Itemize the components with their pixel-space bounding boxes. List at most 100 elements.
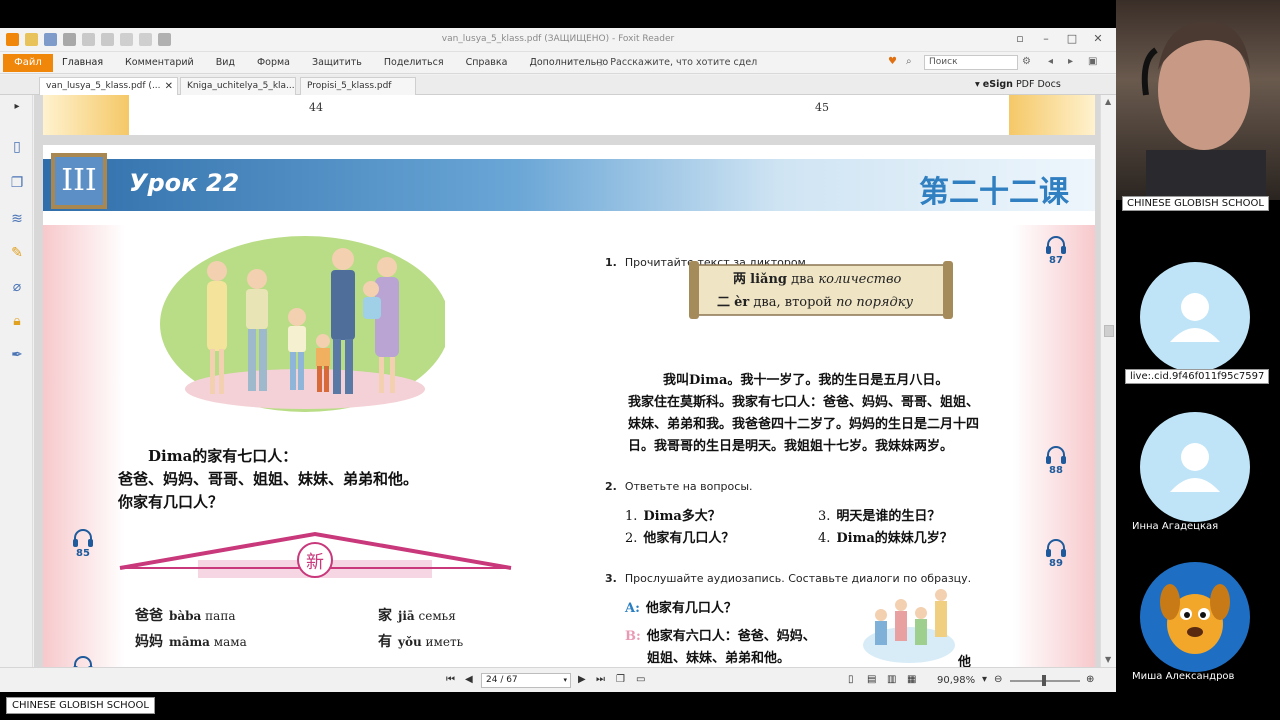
passage-line-3: 妹妹、弟弟和我。我爸爸四十二岁了。妈妈的生日是二月十四 <box>628 417 980 432</box>
vocab-pinyin: jiā <box>398 609 415 623</box>
esign-docs[interactable]: ▾ eSign PDF Docs <box>975 79 1061 90</box>
page-value: 24 / 67 <box>486 675 518 685</box>
question-number: 4. <box>818 531 831 546</box>
next-page-icon[interactable]: ▶ <box>578 674 586 685</box>
zoom-out-icon[interactable]: ⊖ <box>994 674 1002 685</box>
zoom-slider-thumb[interactable] <box>1042 675 1046 686</box>
vocab-ru: иметь <box>425 635 464 649</box>
file-tab[interactable]: Файл <box>3 54 53 72</box>
user-icon[interactable]: ▣ <box>1088 56 1097 67</box>
continuous-page-icon[interactable]: ▤ <box>867 674 876 685</box>
signature-icon[interactable]: ✒ <box>9 347 25 363</box>
menu-protect[interactable]: Защитить <box>312 57 362 68</box>
question-3: 3. 明天是谁的生日？ <box>818 505 940 524</box>
family-small-illustration <box>863 589 955 663</box>
menu-share[interactable]: Поделиться <box>384 57 444 68</box>
user-icon <box>1170 443 1220 492</box>
menu-home[interactable]: Главная <box>62 57 103 68</box>
continuous-facing-icon[interactable]: ▦ <box>907 674 916 685</box>
passage-line-4: 日。我哥哥的生日是明天。我姐姐十七岁。我妹妹两岁。 <box>628 439 954 454</box>
audio-85[interactable]: 85 <box>63 528 103 559</box>
search-input[interactable]: Поиск <box>924 55 1018 70</box>
participant-1-avatar[interactable] <box>1140 262 1250 372</box>
participant-3-avatar[interactable] <box>1140 562 1250 672</box>
zoom-level[interactable]: 90,98% <box>937 675 975 686</box>
tab-propisi[interactable]: Propisi_5_klass.pdf <box>300 77 416 95</box>
vocab-mama: 妈妈 māma мама <box>135 631 247 651</box>
single-page-icon[interactable]: ▯ <box>848 674 854 685</box>
facing-page-icon[interactable]: ▥ <box>887 674 896 685</box>
scroll-pinyin: liǎng <box>750 272 787 287</box>
tell-me-box[interactable]: ◌ Расскажите, что хотите сдел <box>596 57 757 68</box>
tab-van-lusya[interactable]: van_lusya_5_klass.pdf (... ✕ <box>39 77 178 95</box>
headphones-icon <box>73 656 93 667</box>
security-lock-icon[interactable]: 🔒︎ <box>9 313 25 329</box>
forward-arrow-icon[interactable]: ▸ <box>1068 56 1073 67</box>
status-bar: ⏮ ◀ 24 / 67 ▾ ▶ ⏭ ❐ ▭ ▯ ▤ ▥ ▦ 90,98% ▾ ⊖ … <box>0 667 1116 692</box>
scroll-down-icon[interactable]: ▼ <box>1105 655 1111 664</box>
zoom-dropdown-icon[interactable]: ▾ <box>982 674 987 685</box>
ribbon-menu: Файл Главная Комментарий Вид Форма Защит… <box>0 52 1116 74</box>
audio-87[interactable]: 87 <box>1036 235 1076 266</box>
zoom-in-icon[interactable]: ⊕ <box>1086 674 1094 685</box>
lightbulb-icon: ◌ <box>596 57 605 68</box>
vocab-baba: 爸爸 bàba папа <box>135 605 235 625</box>
audio-86[interactable]: 86 <box>63 655 103 667</box>
audio-88[interactable]: 88 <box>1036 445 1076 476</box>
view-mode-icon[interactable]: ▭ <box>636 674 645 685</box>
settings-gear-icon[interactable]: ⚙ <box>1022 56 1031 67</box>
previous-page-icon[interactable]: ◀ <box>465 674 473 685</box>
unit-number: III <box>51 153 107 209</box>
restore-ribbon-icon[interactable]: ▫ <box>1008 32 1032 45</box>
scroll-up-icon[interactable]: ▲ <box>1105 97 1111 106</box>
dialog-b-cont: 姐姐、妹妹、弟弟和他。 <box>647 647 790 666</box>
question-text: 他家有几口人？ <box>643 531 735 546</box>
host-video <box>1116 0 1280 200</box>
menu-help[interactable]: Справка <box>466 57 508 68</box>
vertical-scrollbar[interactable]: ▲ ▼ <box>1100 95 1116 667</box>
maximize-button[interactable]: □ <box>1060 32 1084 45</box>
audio-track-number: 87 <box>1049 255 1063 266</box>
comments-icon[interactable]: ✎ <box>9 245 25 261</box>
vocab-ru: мама <box>213 635 247 649</box>
page-number-input[interactable]: 24 / 67 ▾ <box>481 673 571 688</box>
layers-icon[interactable]: ≋ <box>9 211 25 227</box>
close-window-button[interactable]: ✕ <box>1086 32 1110 45</box>
vocab-jia: 家 jiā семья <box>378 605 456 625</box>
vocab-zh: 爸爸 <box>135 608 163 624</box>
speaker-label: B: <box>625 629 641 644</box>
scroll-ru: два, второй <box>753 295 832 310</box>
scroll-ru: два <box>791 272 815 287</box>
close-tab-icon[interactable]: ✕ <box>165 78 173 95</box>
heart-icon[interactable]: ♥ <box>888 56 897 67</box>
expand-panel-icon[interactable]: ▸ <box>9 99 25 115</box>
audio-track-number: 85 <box>76 548 90 559</box>
thumbnails-icon[interactable]: ❐ <box>9 175 25 191</box>
minimize-button[interactable]: – <box>1034 32 1058 45</box>
copy-icon[interactable]: ❐ <box>616 674 625 685</box>
scroll-thumb[interactable] <box>1104 325 1114 337</box>
last-page-icon[interactable]: ⏭ <box>596 674 605 685</box>
pages-icon[interactable]: ▯ <box>9 139 25 155</box>
menu-comment[interactable]: Комментарий <box>125 57 194 68</box>
menu-view[interactable]: Вид <box>216 57 235 68</box>
participant-3-name: Миша Александров <box>1132 671 1235 682</box>
attachments-icon[interactable]: ⌀ <box>9 279 25 295</box>
menu-form[interactable]: Форма <box>257 57 290 68</box>
question-number: 3. <box>818 509 831 524</box>
first-page-icon[interactable]: ⏮ <box>446 674 455 685</box>
tab-kniga-uchitelya[interactable]: Kniga_uchitelya_5_kla... <box>180 77 296 95</box>
vocab-pinyin: māma <box>169 635 210 649</box>
dialog-b: B: 他家有六口人：爸爸、妈妈、 <box>625 625 816 644</box>
audio-89[interactable]: 89 <box>1036 538 1076 569</box>
search-doc-icon[interactable]: ⌕ <box>906 56 912 67</box>
tab-label: van_lusya_5_klass.pdf (... <box>46 81 161 91</box>
scroll-line-1: 两 liǎng два количество <box>733 268 901 287</box>
audio-track-number: 89 <box>1049 558 1063 569</box>
foxit-reader-window: van_lusya_5_klass.pdf (ЗАЩИЩЕНО) - Foxit… <box>0 28 1116 692</box>
exercise-text: Прослушайте аудиозапись. Составьте диало… <box>624 572 972 585</box>
back-arrow-icon[interactable]: ◂ <box>1048 56 1053 67</box>
left-margin-decoration <box>43 225 125 667</box>
participant-2-avatar[interactable] <box>1140 412 1250 522</box>
document-view[interactable]: 44 45 III Урок 22 第二十二课 85 Dima的家有七口人： 爸… <box>34 95 1100 667</box>
